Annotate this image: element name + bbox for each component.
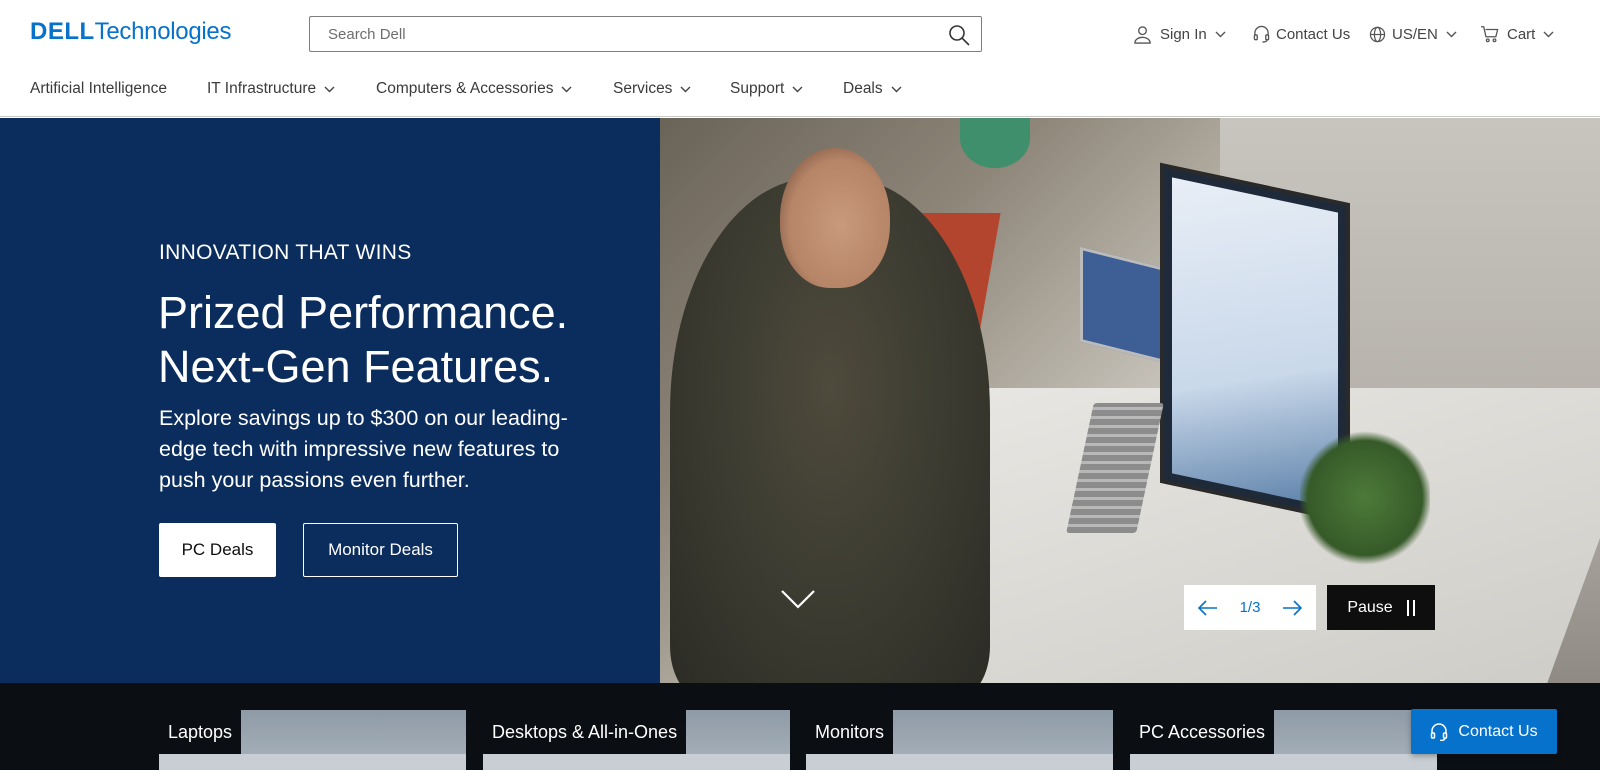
carousel-pause-button[interactable]: Pause bbox=[1327, 585, 1435, 630]
nav-item-deals[interactable]: Deals bbox=[843, 80, 902, 98]
nav-item-computers-accessories[interactable]: Computers & Accessories bbox=[376, 80, 572, 98]
category-label: Monitors bbox=[806, 710, 894, 754]
headset-icon bbox=[1431, 722, 1448, 741]
nav-item-it-infrastructure[interactable]: IT Infrastructure bbox=[207, 80, 335, 98]
pause-label: Pause bbox=[1347, 598, 1393, 616]
chevron-down-icon bbox=[1215, 31, 1226, 37]
category-card-monitors[interactable]: Monitors bbox=[806, 710, 1113, 770]
locale-selector[interactable]: US/EN bbox=[1369, 22, 1457, 46]
carousel-position: 1/3 bbox=[1239, 599, 1261, 616]
category-image bbox=[159, 754, 466, 770]
hero-headline-line2: Next-Gen Features. bbox=[158, 341, 554, 392]
sign-in-label: Sign In bbox=[1160, 25, 1207, 43]
category-image bbox=[806, 754, 1113, 770]
nav-label: IT Infrastructure bbox=[207, 80, 317, 97]
cart-label: Cart bbox=[1507, 25, 1536, 43]
nav-label: Services bbox=[613, 80, 673, 97]
search-box bbox=[309, 16, 982, 52]
hero-eyebrow: INNOVATION THAT WINS bbox=[159, 241, 412, 264]
category-image bbox=[483, 754, 790, 770]
arrow-right-icon[interactable] bbox=[1282, 599, 1302, 616]
category-card-pc-accessories[interactable]: PC Accessories bbox=[1130, 710, 1437, 770]
category-card-desktops[interactable]: Desktops & All-in-Ones bbox=[483, 710, 790, 770]
nav-item-services[interactable]: Services bbox=[613, 80, 691, 98]
globe-icon bbox=[1369, 26, 1386, 42]
contact-us-link[interactable]: Contact Us bbox=[1253, 22, 1350, 46]
nav-label: Support bbox=[730, 80, 785, 97]
headset-icon bbox=[1253, 25, 1270, 43]
chevron-down-icon bbox=[891, 86, 902, 92]
search-input[interactable] bbox=[310, 17, 930, 51]
category-image bbox=[1130, 754, 1437, 770]
hero-headline: Prized Performance. Next-Gen Features. bbox=[158, 286, 568, 394]
category-label: Laptops bbox=[159, 710, 242, 754]
hero-headline-line1: Prized Performance. bbox=[158, 287, 569, 338]
monitor-deals-button[interactable]: Monitor Deals bbox=[303, 523, 458, 577]
scene-plant bbox=[1300, 428, 1430, 568]
logo-brand: DELL bbox=[30, 18, 95, 45]
scene-lamp bbox=[960, 118, 1030, 168]
hero-subhead: Explore savings up to $300 on our leadin… bbox=[159, 406, 568, 492]
chevron-down-icon bbox=[1446, 31, 1457, 37]
nav-label: Computers & Accessories bbox=[376, 80, 554, 97]
category-strip: Laptops Desktops & All-in-Ones Monitors … bbox=[0, 683, 1600, 770]
pc-deals-button[interactable]: PC Deals bbox=[159, 523, 276, 577]
site-header: DELL Technologies Sign In Contact Us US/… bbox=[0, 0, 1600, 117]
nav-item-artificial-intelligence[interactable]: Artificial Intelligence bbox=[30, 80, 167, 98]
nav-label: Artificial Intelligence bbox=[30, 80, 167, 97]
nav-item-support[interactable]: Support bbox=[730, 80, 803, 98]
hero-text-panel: INNOVATION THAT WINS Prized Performance.… bbox=[0, 118, 660, 683]
nav-label: Deals bbox=[843, 80, 883, 97]
cart-menu[interactable]: Cart bbox=[1480, 22, 1554, 46]
user-icon bbox=[1134, 25, 1151, 44]
category-card-laptops[interactable]: Laptops bbox=[159, 710, 466, 770]
logo-suffix: Technologies bbox=[94, 18, 232, 45]
floating-contact-us-button[interactable]: Contact Us bbox=[1411, 709, 1557, 754]
chevron-down-icon bbox=[792, 86, 803, 92]
scene-person-head bbox=[780, 148, 890, 288]
category-label: PC Accessories bbox=[1130, 710, 1275, 754]
arrow-left-icon[interactable] bbox=[1198, 599, 1218, 616]
contact-us-label: Contact Us bbox=[1276, 25, 1351, 43]
chevron-down-icon bbox=[1543, 31, 1554, 37]
carousel-controls: 1/3 bbox=[1184, 585, 1316, 630]
sign-in-menu[interactable]: Sign In bbox=[1133, 22, 1226, 46]
category-label: Desktops & All-in-Ones bbox=[483, 710, 687, 754]
chevron-down-icon bbox=[324, 86, 335, 92]
cart-icon bbox=[1481, 26, 1499, 43]
scene-laptop bbox=[1080, 246, 1170, 365]
floating-contact-label: Contact Us bbox=[1458, 722, 1538, 740]
pause-icon bbox=[1406, 599, 1415, 616]
search-icon[interactable] bbox=[947, 23, 971, 47]
primary-nav: Artificial Intelligence IT Infrastructur… bbox=[0, 76, 1600, 106]
dell-logo[interactable]: DELL Technologies bbox=[30, 18, 231, 48]
chevron-down-icon bbox=[680, 86, 691, 92]
scroll-down-chevron-icon[interactable] bbox=[780, 588, 816, 612]
chevron-down-icon bbox=[561, 86, 572, 92]
locale-label: US/EN bbox=[1392, 25, 1438, 43]
